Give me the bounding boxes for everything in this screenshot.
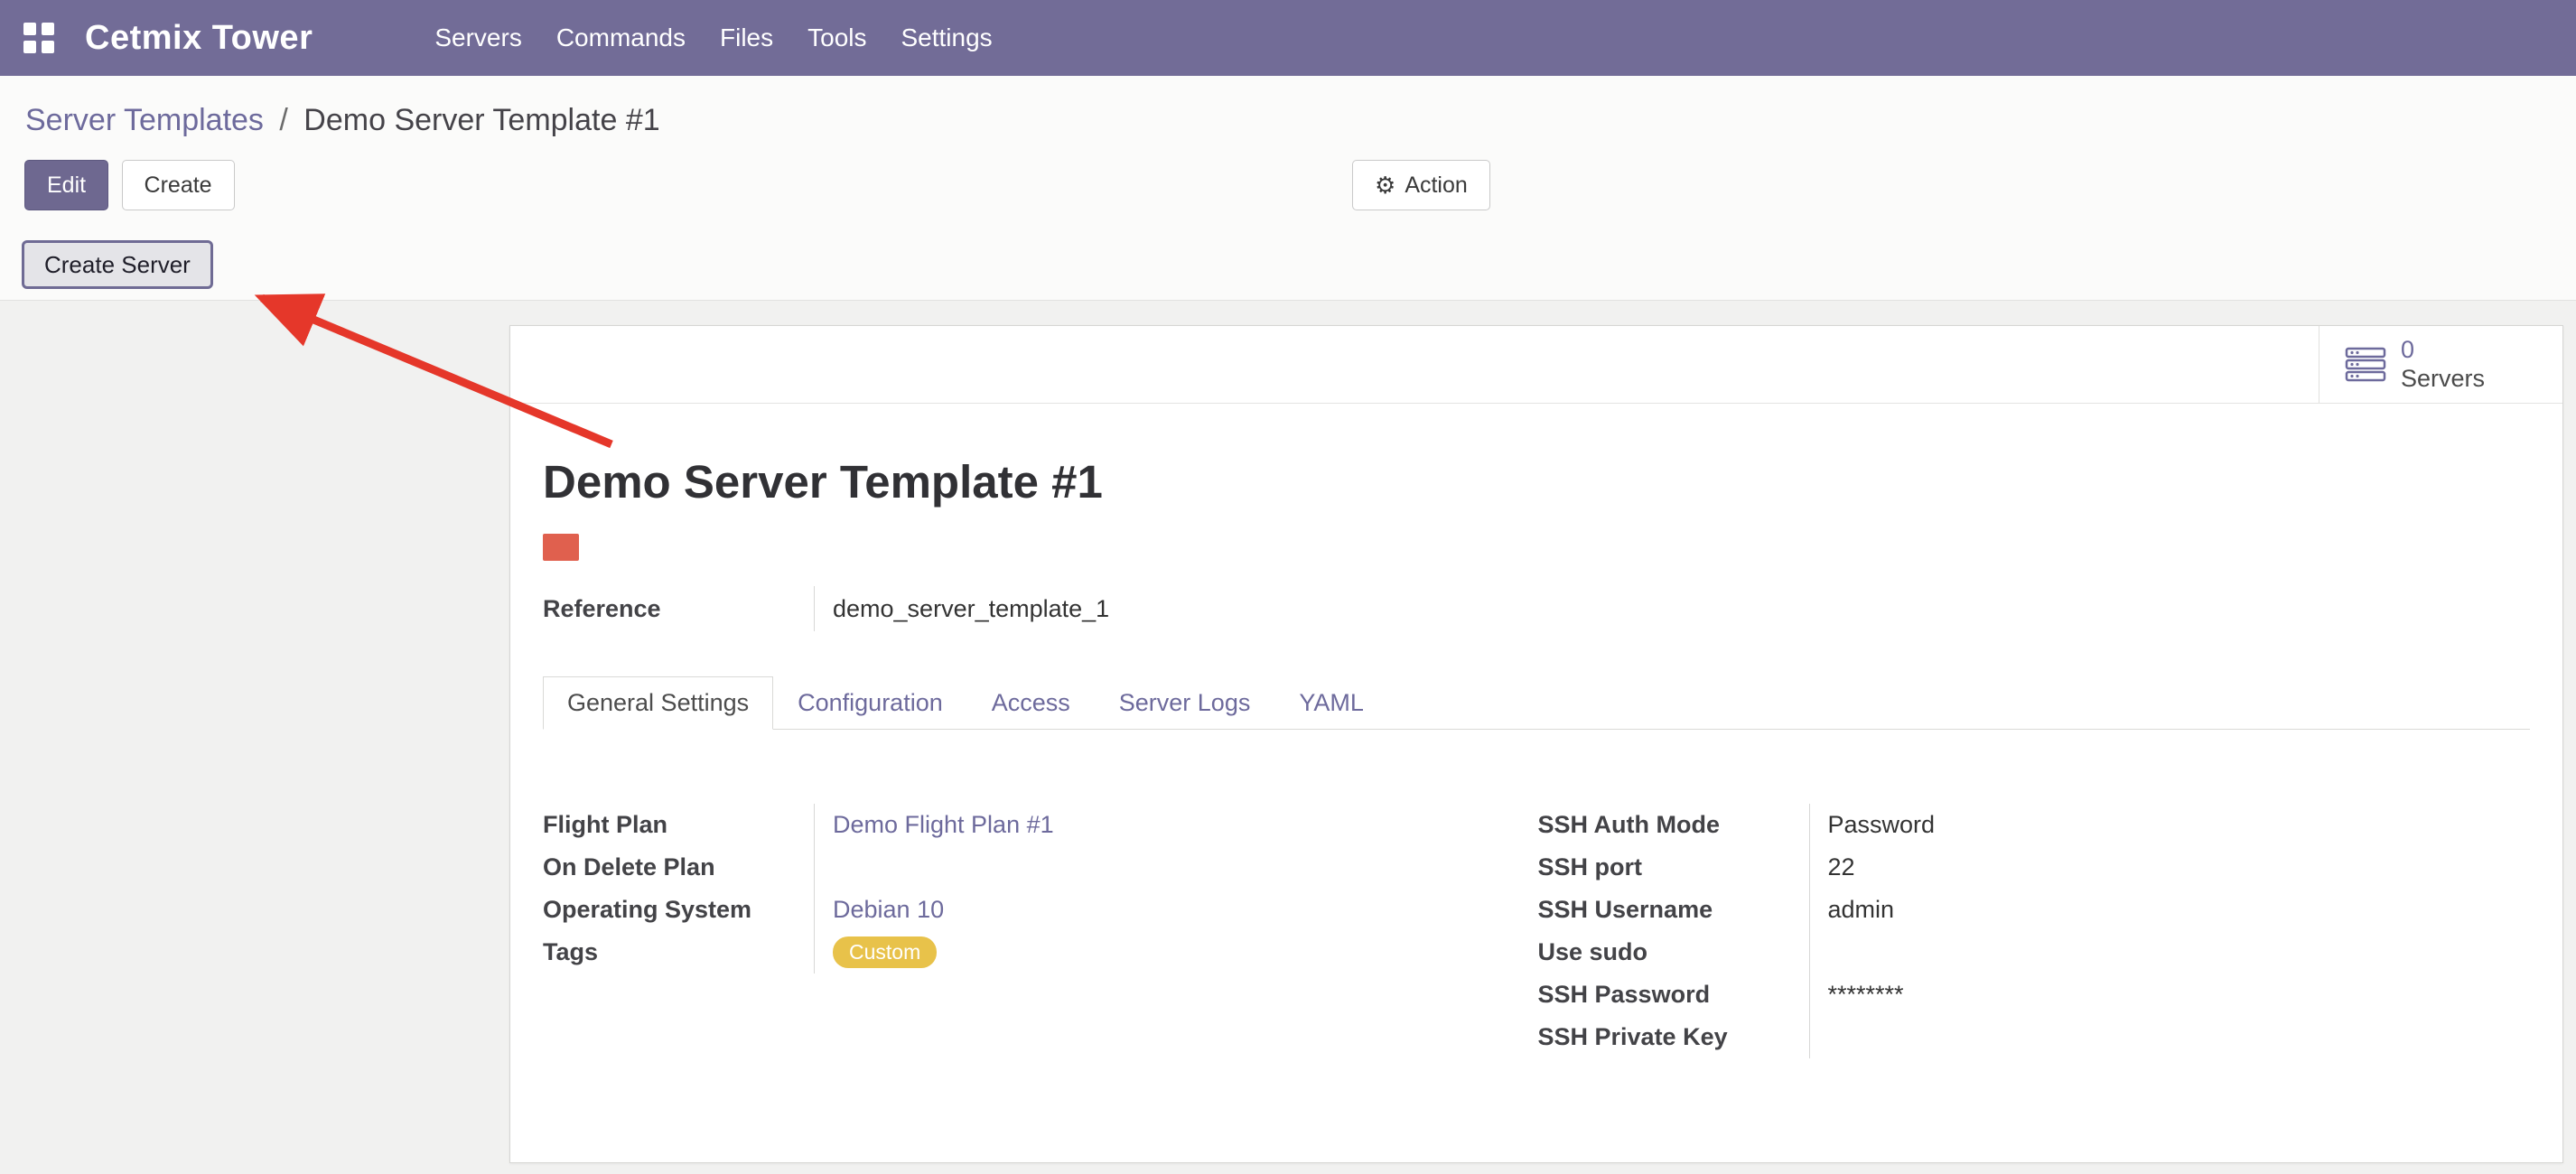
field-label: Operating System — [543, 896, 814, 924]
nav-item-settings[interactable]: Settings — [884, 23, 1010, 52]
server-stack-icon — [2345, 347, 2386, 383]
ssh-username-value: admin — [1809, 889, 2531, 931]
breadcrumb-parent-link[interactable]: Server Templates — [25, 103, 264, 137]
general-settings-content: Flight Plan Demo Flight Plan #1 On Delet… — [543, 804, 2530, 1058]
nav-item-commands[interactable]: Commands — [539, 23, 703, 52]
ssh-port-value: 22 — [1809, 846, 2531, 889]
breadcrumb: Server Templates / Demo Server Template … — [0, 103, 2576, 138]
reference-field: Reference demo_server_template_1 — [543, 586, 2530, 631]
servers-stat-label: Servers — [2401, 365, 2485, 393]
record-title: Demo Server Template #1 — [543, 455, 2530, 508]
left-field-group: Flight Plan Demo Flight Plan #1 On Delet… — [543, 804, 1535, 1058]
record-sheet: 0 Servers Demo Server Template #1 Refere… — [509, 325, 2563, 1163]
reference-value: demo_server_template_1 — [814, 586, 2530, 631]
field-use-sudo: Use sudo — [1538, 931, 2531, 974]
create-button[interactable]: Create — [122, 160, 235, 210]
create-server-button[interactable]: Create Server — [22, 240, 213, 289]
action-button[interactable]: ⚙ Action — [1352, 160, 1490, 210]
field-flight-plan: Flight Plan Demo Flight Plan #1 — [543, 804, 1535, 846]
field-on-delete-plan: On Delete Plan — [543, 846, 1535, 889]
field-label: SSH Username — [1538, 896, 1809, 924]
nav-item-servers[interactable]: Servers — [417, 23, 538, 52]
apps-grid-icon[interactable] — [23, 23, 54, 53]
control-panel: Server Templates / Demo Server Template … — [0, 76, 2576, 301]
field-label: Flight Plan — [543, 811, 814, 839]
field-label: SSH Private Key — [1538, 1023, 1809, 1051]
operating-system-link[interactable]: Debian 10 — [833, 896, 944, 924]
servers-stat-button[interactable]: 0 Servers — [2319, 326, 2562, 403]
tab-yaml[interactable]: YAML — [1274, 676, 1388, 730]
field-ssh-password: SSH Password ******** — [1538, 974, 2531, 1016]
color-swatch — [543, 534, 579, 561]
tab-access[interactable]: Access — [967, 676, 1095, 730]
nav-item-files[interactable]: Files — [703, 23, 790, 52]
gear-icon: ⚙ — [1375, 172, 1395, 200]
field-ssh-private-key: SSH Private Key — [1538, 1016, 2531, 1058]
field-label: SSH Auth Mode — [1538, 811, 1809, 839]
field-label: On Delete Plan — [543, 853, 814, 881]
tab-general-settings[interactable]: General Settings — [543, 676, 773, 730]
flight-plan-link[interactable]: Demo Flight Plan #1 — [833, 811, 1054, 839]
edit-button[interactable]: Edit — [24, 160, 108, 210]
field-operating-system: Operating System Debian 10 — [543, 889, 1535, 931]
field-label: SSH Password — [1538, 981, 1809, 1009]
field-ssh-auth-mode: SSH Auth Mode Password — [1538, 804, 2531, 846]
nav-menu: Servers Commands Files Tools Settings — [417, 23, 1009, 52]
field-label: SSH port — [1538, 853, 1809, 881]
field-tags: Tags Custom — [543, 931, 1535, 974]
field-label: Use sudo — [1538, 938, 1809, 966]
breadcrumb-separator: / — [272, 103, 294, 137]
nav-item-tools[interactable]: Tools — [790, 23, 883, 52]
top-navbar: Cetmix Tower Servers Commands Files Tool… — [0, 0, 2576, 76]
ssh-auth-mode-value: Password — [1809, 804, 2531, 846]
tab-configuration[interactable]: Configuration — [773, 676, 967, 730]
notebook-tabs: General Settings Configuration Access Se… — [543, 676, 2530, 730]
right-field-group: SSH Auth Mode Password SSH port 22 SSH U… — [1538, 804, 2531, 1058]
field-ssh-port: SSH port 22 — [1538, 846, 2531, 889]
action-button-label: Action — [1405, 172, 1467, 199]
servers-stat-value: 0 — [2401, 336, 2485, 364]
button-box: 0 Servers — [510, 326, 2562, 404]
app-title: Cetmix Tower — [85, 19, 313, 58]
field-label: Tags — [543, 938, 814, 966]
reference-label: Reference — [543, 595, 814, 623]
ssh-password-value: ******** — [1809, 974, 2531, 1016]
control-panel-buttons: Edit Create ⚙ Action — [0, 160, 2576, 212]
tag-badge-custom: Custom — [833, 936, 937, 969]
breadcrumb-current: Demo Server Template #1 — [303, 103, 659, 137]
on-delete-plan-value — [814, 846, 1535, 889]
ssh-private-key-value — [1809, 1016, 2531, 1058]
field-ssh-username: SSH Username admin — [1538, 889, 2531, 931]
tab-server-logs[interactable]: Server Logs — [1095, 676, 1275, 730]
use-sudo-value — [1809, 931, 2531, 974]
